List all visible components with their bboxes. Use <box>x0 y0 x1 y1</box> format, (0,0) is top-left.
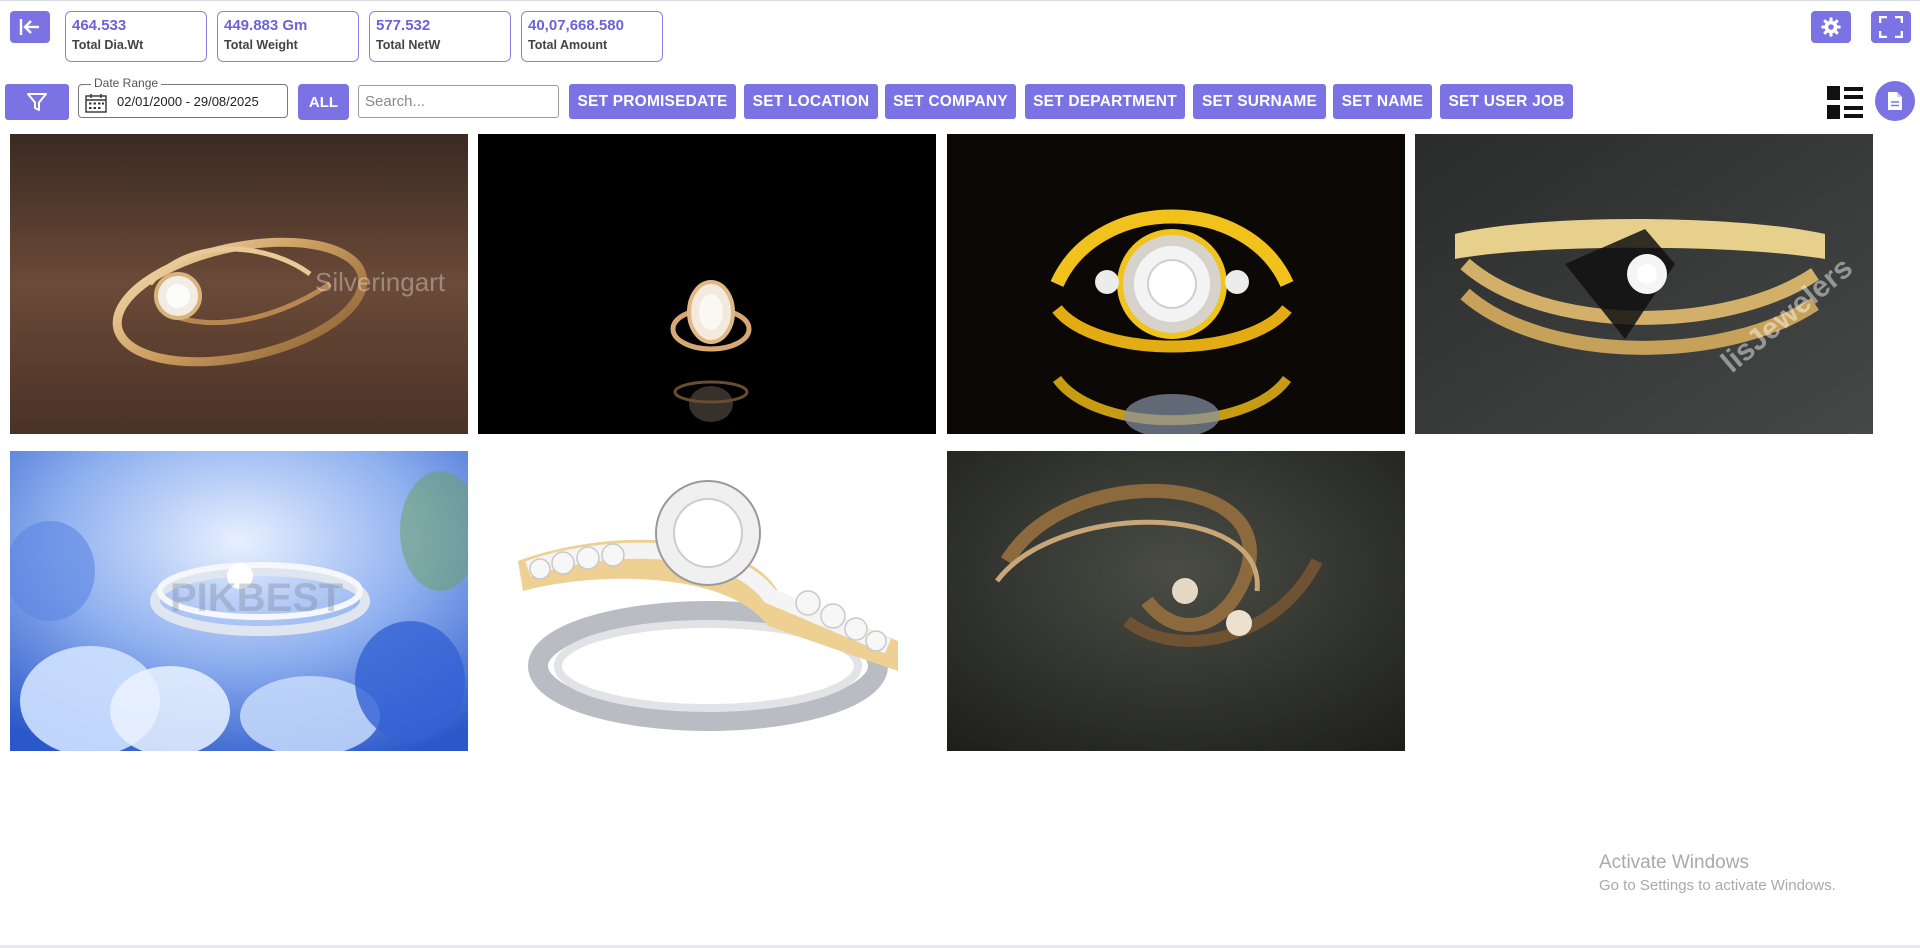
stat-label: Total Amount <box>528 38 608 52</box>
image-watermark: Silveringart <box>315 267 446 297</box>
set-user-job-button[interactable]: SET USER JOB <box>1440 84 1573 119</box>
all-button[interactable]: ALL <box>298 84 349 120</box>
stat-total-dia-wt: 464.533 Total Dia.Wt <box>65 11 207 62</box>
top-border <box>0 0 1920 1</box>
ring-image-7[interactable] <box>947 451 1405 751</box>
set-promisedate-button[interactable]: SET PROMISEDATE <box>569 84 736 119</box>
document-icon <box>1888 92 1902 110</box>
ring-image-6[interactable] <box>478 451 936 751</box>
fullscreen-button[interactable] <box>1871 11 1911 43</box>
report-button[interactable] <box>1875 81 1915 121</box>
stat-total-netw: 577.532 Total NetW <box>369 11 511 62</box>
stat-value: 40,07,668.580 <box>528 17 624 34</box>
search-input[interactable] <box>358 85 559 118</box>
stat-label: Total Dia.Wt <box>72 38 144 52</box>
collapse-sidebar-button[interactable] <box>10 11 50 43</box>
set-company-button[interactable]: SET COMPANY <box>885 84 1016 119</box>
ring-image-1[interactable]: Silveringart <box>10 134 468 434</box>
activate-windows-title: Activate Windows <box>1599 852 1749 873</box>
stat-value: 449.883 Gm <box>224 17 308 34</box>
set-surname-button[interactable]: SET SURNAME <box>1193 84 1326 119</box>
fullscreen-icon <box>1879 16 1903 38</box>
view-toggle-button[interactable] <box>1826 85 1864 121</box>
calendar-icon <box>85 94 107 113</box>
stat-value: 464.533 <box>72 17 127 34</box>
date-range-picker[interactable]: Date Range 02/01/2000 - 29/08/2025 <box>78 76 288 118</box>
date-range-legend: Date Range <box>91 76 162 90</box>
ring-image-5[interactable]: PIKBEST <box>10 451 468 751</box>
filter-icon <box>27 93 47 111</box>
stat-total-weight: 449.883 Gm Total Weight <box>217 11 359 62</box>
stat-total-amount: 40,07,668.580 Total Amount <box>521 11 663 62</box>
collapse-left-icon <box>19 19 39 35</box>
gear-icon <box>1821 17 1841 37</box>
ring-image-2[interactable] <box>478 134 936 434</box>
image-watermark: PIKBEST <box>170 576 344 620</box>
stat-label: Total NetW <box>376 38 441 52</box>
date-range-value: 02/01/2000 - 29/08/2025 <box>117 94 259 109</box>
activate-windows-subtitle: Go to Settings to activate Windows. <box>1599 877 1836 894</box>
set-name-button[interactable]: SET NAME <box>1333 84 1432 119</box>
list-view-icon <box>1827 86 1863 119</box>
ring-image-3[interactable] <box>947 134 1405 434</box>
stat-label: Total Weight <box>224 38 298 52</box>
set-location-button[interactable]: SET LOCATION <box>744 84 878 119</box>
ring-image-4[interactable]: lisJewelers <box>1415 134 1873 434</box>
filter-button[interactable] <box>5 84 69 120</box>
set-department-button[interactable]: SET DEPARTMENT <box>1025 84 1185 119</box>
settings-button[interactable] <box>1811 11 1851 43</box>
stat-value: 577.532 <box>376 17 431 34</box>
